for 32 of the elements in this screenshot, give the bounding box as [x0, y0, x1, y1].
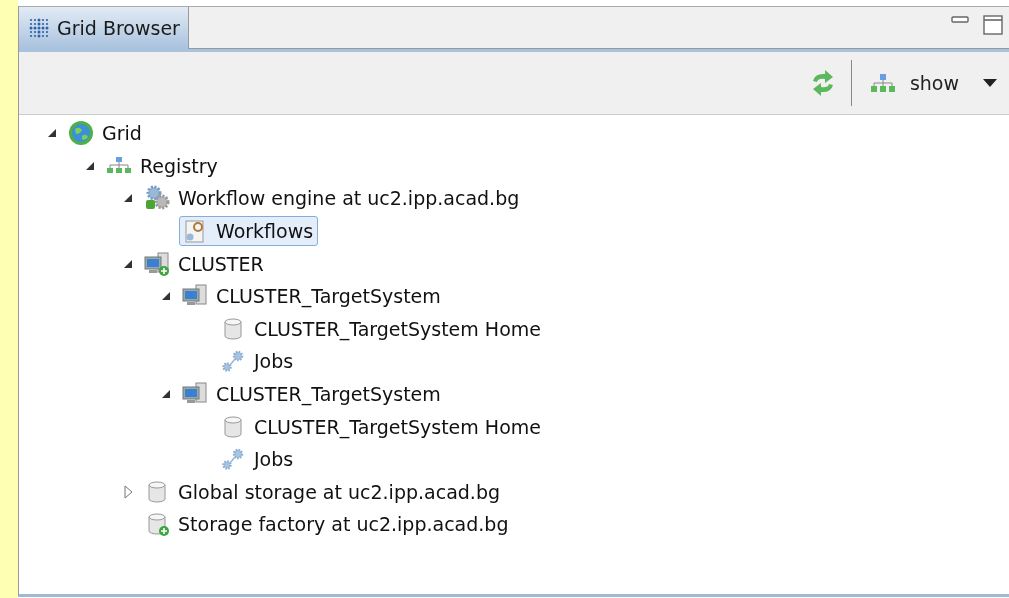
tree-item[interactable]: Jobs	[217, 346, 299, 377]
expanded-arrow-icon[interactable]	[161, 389, 171, 400]
tree-item[interactable]: Jobs	[217, 444, 299, 475]
tree-item[interactable]: Registry	[103, 150, 223, 181]
minimize-icon[interactable]	[951, 15, 969, 25]
gears-icon	[220, 348, 246, 375]
expanded-arrow-icon[interactable]	[85, 160, 95, 171]
tree-item[interactable]: Workflows	[179, 216, 319, 247]
collapsed-arrow-icon[interactable]	[123, 484, 133, 499]
show-button[interactable]: show	[865, 68, 973, 98]
tree-item[interactable]: Grid	[65, 118, 147, 149]
view-tab[interactable]: Grid Browser	[19, 7, 189, 49]
tree-item[interactable]: Workflow engine at uc2.ipp.acad.bg	[141, 183, 525, 214]
maximize-icon[interactable]	[983, 15, 1003, 35]
tree-item[interactable]: Storage factory at uc2.ipp.acad.bg	[141, 509, 514, 540]
gears-icon	[144, 185, 170, 212]
gears-icon	[220, 446, 246, 473]
hierarchy-icon	[869, 73, 896, 93]
tree-item[interactable]: CLUSTER_TargetSystem Home	[217, 411, 546, 442]
computer-add-icon	[144, 250, 170, 277]
dot-grid-icon	[29, 18, 49, 38]
tree-item[interactable]: Global storage at uc2.ipp.acad.bg	[141, 476, 505, 507]
tree-item[interactable]: CLUSTER_TargetSystem Home	[217, 313, 546, 344]
expanded-arrow-icon[interactable]	[123, 258, 133, 269]
tree-item[interactable]: CLUSTER	[141, 248, 269, 279]
expanded-arrow-icon[interactable]	[161, 291, 171, 302]
dropdown-caret-icon[interactable]	[983, 79, 997, 87]
expanded-arrow-icon[interactable]	[123, 193, 133, 204]
globe-icon	[68, 120, 94, 147]
tree-item[interactable]: CLUSTER_TargetSystem	[179, 379, 446, 410]
expanded-arrow-icon[interactable]	[47, 128, 57, 139]
tree-item[interactable]: CLUSTER_TargetSystem	[179, 281, 446, 312]
